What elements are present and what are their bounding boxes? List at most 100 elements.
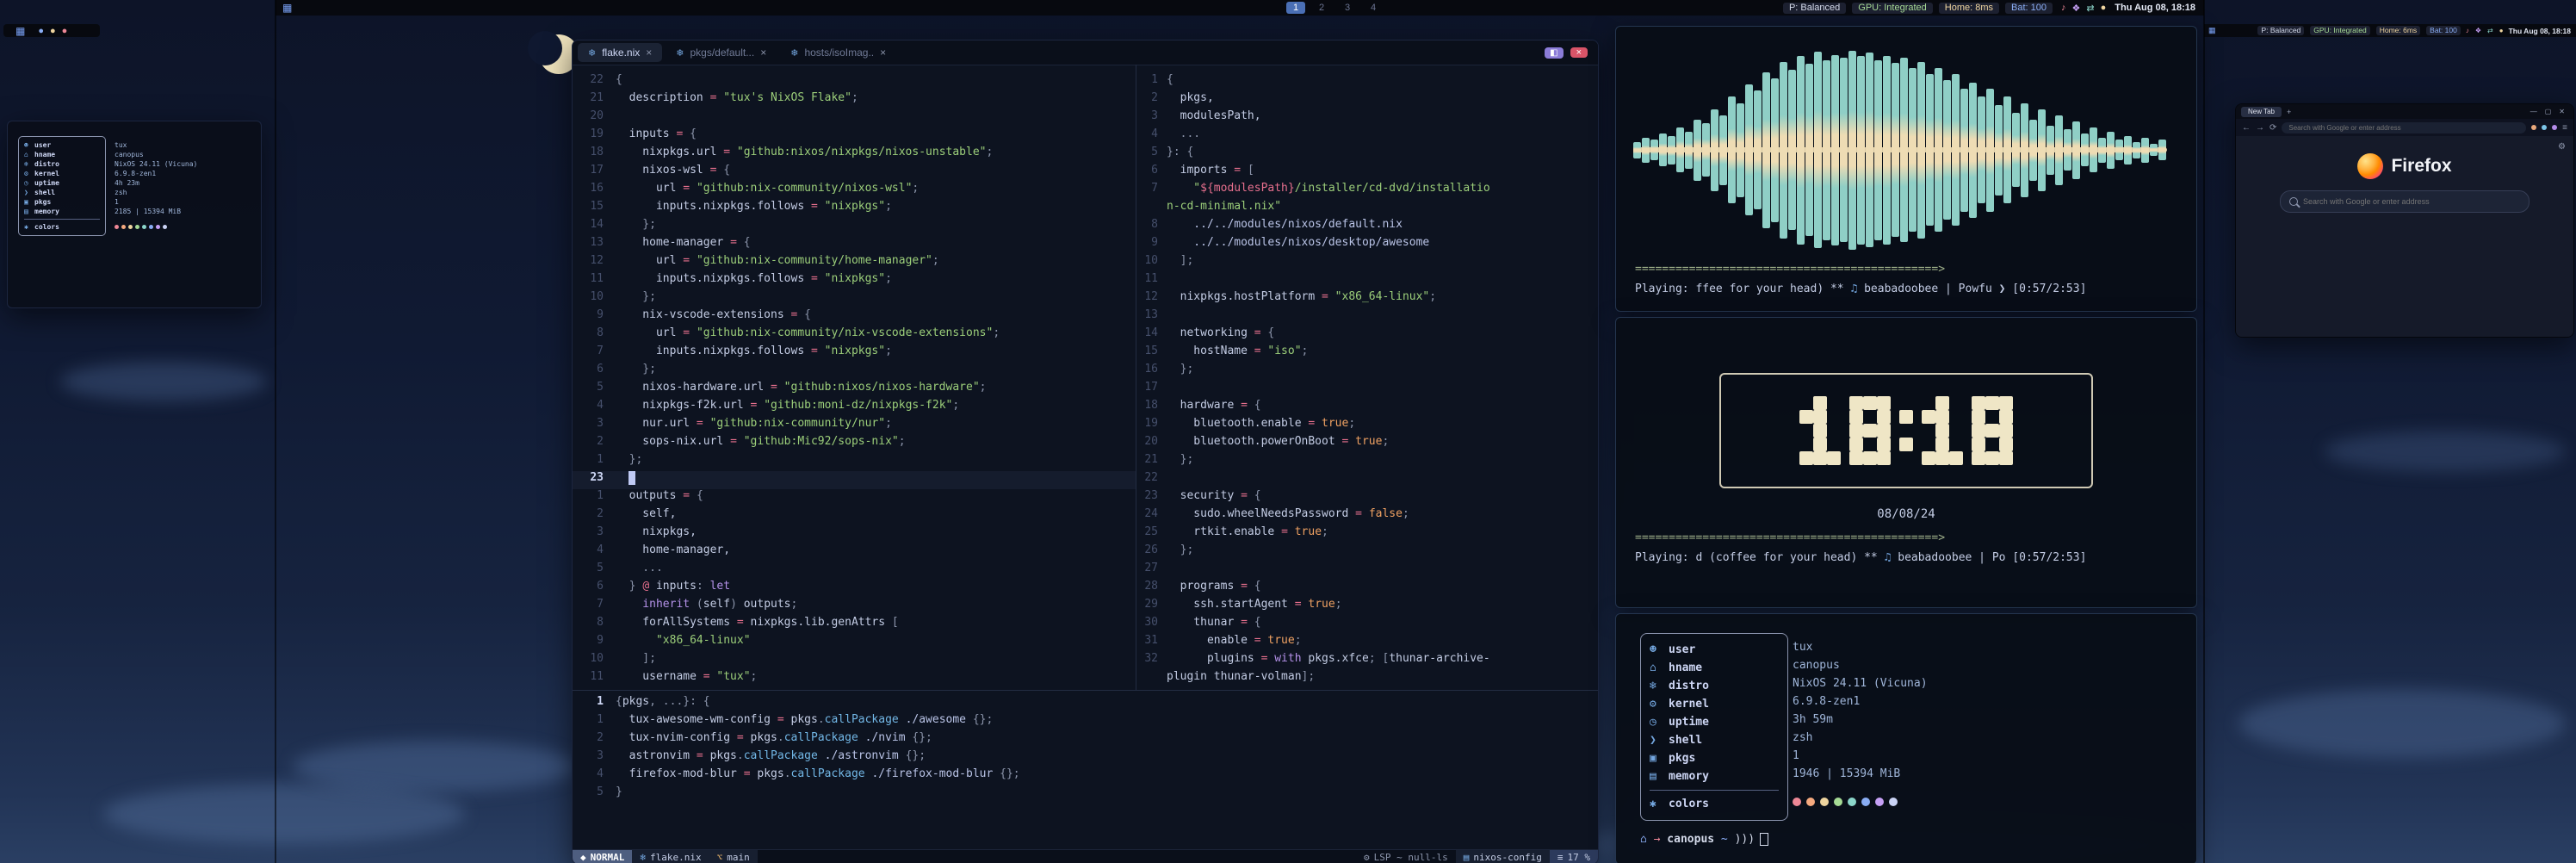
status-battery[interactable]: Bat: 100 — [2005, 3, 2053, 14]
line-number: 11 — [1136, 272, 1167, 290]
app-menu-icon[interactable]: ▦ — [276, 2, 299, 14]
home-icon: ⌂ — [24, 150, 34, 159]
code-text: ... — [616, 562, 663, 580]
tray-icon-1[interactable]: ● — [38, 26, 44, 36]
tag-1[interactable]: 1 — [1286, 2, 1305, 14]
code-text: sops-nix.url = "github:Mic92/sops-nix"; — [616, 435, 906, 453]
code-text: programs = { — [1167, 580, 1261, 598]
search-input[interactable] — [2301, 196, 2520, 207]
terminal-window[interactable]: ☻user⌂hname❄distro⚙kernel◷uptime❯shell▣p… — [7, 121, 262, 308]
code-line: 2 self, — [573, 507, 1136, 525]
editor-window[interactable]: ❄flake.nix×❄pkgs/default...×❄hosts/isoIm… — [572, 40, 1599, 863]
new-tab-button[interactable]: + — [2287, 108, 2291, 116]
status-gpu[interactable]: GPU: Integrated — [2310, 26, 2369, 35]
fetch-panel[interactable]: ☻user⌂hname❄distro⚙kernel◷uptime❯shell▣p… — [1615, 613, 2197, 863]
code-line: 5 nixos-hardware.url = "github:nixos/nix… — [573, 381, 1136, 399]
tray-icon-2[interactable]: ● — [50, 26, 56, 36]
clock-widget[interactable]: Thu Aug 08, 18:18 — [2115, 3, 2195, 13]
tab-close-icon[interactable]: × — [880, 47, 886, 59]
line-number: 4 — [1136, 127, 1167, 146]
visualizer-panel[interactable]: ========================================… — [1615, 26, 2197, 312]
line-number — [1136, 200, 1167, 218]
pane-pkgs-default[interactable]: 1{pkgs, ...}: {1 tux-awesome-wm-config =… — [573, 695, 1598, 804]
cava-bar — [1952, 74, 1960, 226]
pane-divider-horizontal[interactable] — [573, 690, 1598, 691]
back-icon[interactable]: ← — [2242, 123, 2251, 133]
status-ping[interactable]: Home: 8ms — [1939, 3, 1999, 14]
app-menu-icon[interactable]: ▦ — [9, 25, 32, 37]
cava-bar — [2150, 144, 2158, 156]
status-gpu[interactable]: GPU: Integrated — [1852, 3, 1933, 14]
volume-icon[interactable]: ♪ — [2466, 27, 2469, 34]
network-icon[interactable]: ⇄ — [2487, 27, 2493, 34]
tag-2[interactable]: 2 — [1312, 2, 1331, 14]
shell-prompt[interactable]: ⌂ → canopus ~ ))) — [1640, 833, 2196, 846]
pane-iso-config[interactable]: 1{2 pkgs,3 modulesPath,4 ...5}: {6 impor… — [1136, 73, 1598, 688]
line-number: 5 — [573, 562, 616, 580]
buffer-picker-icon[interactable]: ◧ — [1545, 47, 1563, 59]
maximize-button[interactable]: ▢ — [2545, 108, 2552, 115]
status-power-profile[interactable]: P: Balanced — [1783, 3, 1846, 14]
top-bar-left: ▦ ● ● ● — [3, 24, 100, 37]
code-line: 15 hostName = "iso"; — [1136, 345, 1598, 363]
clock-widget[interactable]: Thu Aug 08, 18:18 — [2509, 27, 2571, 35]
reload-icon[interactable]: ⟳ — [2269, 123, 2276, 133]
extension-icon[interactable] — [2552, 125, 2557, 130]
forward-icon[interactable]: → — [2256, 123, 2264, 133]
browser-tab[interactable]: New Tab — [2241, 107, 2282, 117]
tag-4[interactable]: 4 — [1364, 2, 1383, 14]
hamburger-menu-icon[interactable]: ≡ — [2562, 123, 2567, 133]
bluetooth-icon[interactable]: ❖ — [2475, 27, 2481, 34]
code-text: }; — [616, 218, 656, 236]
line-number: 12 — [1136, 290, 1167, 308]
search-bar[interactable] — [2280, 190, 2530, 213]
code-line: 2 sops-nix.url = "github:Mic92/sops-nix"… — [573, 435, 1136, 453]
close-icon[interactable]: × — [1570, 47, 1588, 58]
notifications-icon[interactable]: ● — [2101, 3, 2107, 13]
tag-3[interactable]: 3 — [1338, 2, 1357, 14]
tray-icon-3[interactable]: ● — [62, 26, 68, 36]
fetch-value: 4h 23m — [115, 178, 197, 188]
color-dot — [1793, 798, 1801, 806]
code-line: 3 astronvim = pkgs.callPackage ./astronv… — [573, 749, 1598, 767]
status-ping[interactable]: Home: 6ms — [2376, 26, 2420, 35]
tab-pkgs/default...[interactable]: ❄pkgs/default...× — [666, 43, 777, 62]
close-button[interactable]: ✕ — [2559, 108, 2565, 115]
firefox-window[interactable]: New Tab + — ▢ ✕ ← → ⟳ ≡ ⚙ Firefox — [2235, 103, 2574, 338]
tab-close-icon[interactable]: × — [760, 47, 766, 59]
fetch-row: ▤memory — [24, 207, 100, 216]
gear-icon[interactable]: ⚙ — [2558, 142, 2566, 152]
bluetooth-icon[interactable]: ❖ — [2072, 3, 2081, 14]
volume-icon[interactable]: ♪ — [2061, 3, 2066, 13]
pane-flake-nix[interactable]: 22{21 description = "tux's NixOS Flake";… — [573, 73, 1136, 688]
tab-hosts/isoImag..[interactable]: ❄hosts/isoImag..× — [780, 43, 896, 62]
code-text: plugins = with pkgs.xfce; [thunar-archiv… — [1167, 652, 1490, 670]
fetch-label: distro — [1669, 680, 1709, 692]
palette — [115, 222, 197, 232]
extension-icon[interactable] — [2531, 125, 2536, 130]
fetch-row: ❯shell — [24, 188, 100, 197]
fetch-label: memory — [1669, 770, 1709, 783]
line-number: 1 — [573, 713, 616, 731]
code-line: 12 url = "github:nix-community/home-mana… — [573, 254, 1136, 272]
tab-close-icon[interactable]: × — [646, 47, 652, 59]
shell-icon: ❯ — [1650, 734, 1669, 747]
url-bar[interactable] — [2282, 122, 2526, 133]
code-line: 11 username = "tux"; — [573, 670, 1136, 688]
line-number: 5 — [1136, 146, 1167, 164]
tab-flake.nix[interactable]: ❄flake.nix× — [578, 43, 662, 62]
minimize-button[interactable]: — — [2530, 108, 2537, 115]
status-battery[interactable]: Bat: 100 — [2426, 26, 2461, 35]
network-icon[interactable]: ⇄ — [2086, 3, 2094, 14]
nix-file-icon: ❄ — [676, 47, 684, 59]
clock-panel[interactable]: 08/08/24 ===============================… — [1615, 317, 2197, 608]
notifications-icon[interactable]: ● — [2499, 27, 2504, 34]
tray-icons: ● ● ● — [38, 26, 67, 36]
cava-bar — [2133, 142, 2140, 158]
extension-icon[interactable] — [2542, 125, 2547, 130]
code-text: nur.url = "github:nix-community/nur"; — [616, 417, 892, 435]
branch-name: main — [727, 852, 750, 863]
app-menu-icon[interactable]: ▦ — [2204, 26, 2220, 35]
fetch-label: distro — [34, 159, 59, 169]
status-power-profile[interactable]: P: Balanced — [2257, 26, 2304, 35]
